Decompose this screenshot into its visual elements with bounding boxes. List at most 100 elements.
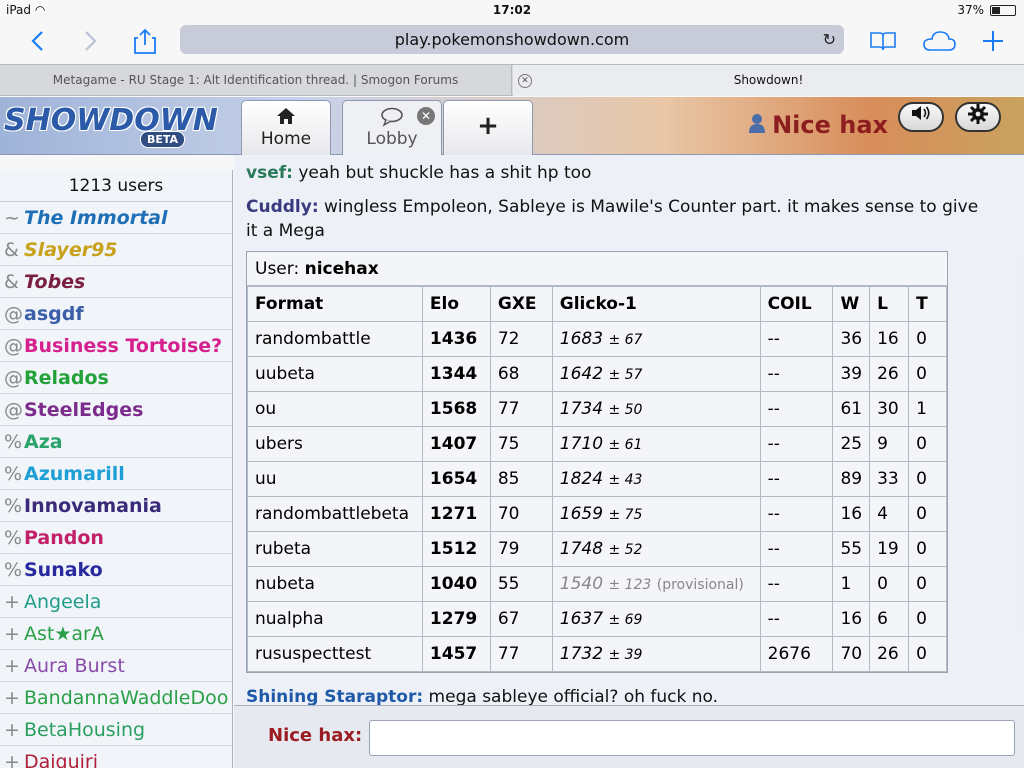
cell-losses: 4 [869,496,910,532]
user-name: Slayer95 [24,239,118,261]
table-row: rubeta 1512 79 1748 ± 52 -- 55 19 0 [247,531,947,567]
cell-elo: 1512 [421,531,491,567]
user-list-item[interactable]: @SteelEdges [0,394,232,426]
cell-wins: 55 [832,531,871,567]
user-list-item[interactable]: % Innovamania [0,490,232,522]
cell-elo: 1279 [421,601,491,637]
cell-glicko: 1710 ± 61 [551,426,761,462]
cell-glicko: 1637 ± 69 [551,601,761,637]
user-name: Relados [24,367,109,389]
user-list-item[interactable]: @Business Tortoise? [0,330,232,362]
stats-user-line: User: nicehax [247,252,947,286]
cell-format: uu [247,461,423,497]
sound-button[interactable] [898,102,944,132]
cell-format: nubeta [247,566,423,602]
user-name: SteelEdges [24,399,144,421]
cell-losses: 30 [869,391,910,427]
user-rank-symbol: @ [4,399,23,421]
browser-toolbar: play.pokemonshowdown.com ↻ [0,20,1024,64]
glicko-deviation: ± 43 [608,472,643,488]
user-list-item[interactable]: % Azumarill [0,458,232,490]
user-rank-symbol: % [4,559,23,581]
user-list-item[interactable]: & Tobes [0,266,232,298]
cell-glicko: 1734 ± 50 [551,391,761,427]
chat-message-user[interactable]: Cuddly: [246,197,319,217]
cell-gxe: 79 [489,531,553,567]
cell-elo: 1040 [421,566,491,602]
cell-ties: 1 [908,391,947,427]
chat-message-user[interactable]: vsef: [246,163,293,183]
cell-gxe: 77 [489,636,553,672]
provisional-note: (provisional) [656,577,744,593]
glicko-deviation: ± 52 [608,542,643,558]
cell-losses: 9 [869,426,910,462]
chat-input-label: Nice hax: [268,725,363,746]
user-count: 1213 users [0,170,232,202]
cell-ties: 0 [908,496,947,532]
cell-elo: 1344 [421,356,491,392]
user-name: Aura Burst [24,655,125,677]
close-icon[interactable]: ✕ [417,107,435,125]
stats-username: nicehax [304,259,379,279]
reload-icon[interactable]: ↻ [823,25,836,54]
user-list-item[interactable]: % Sunako [0,554,232,586]
user-list-item[interactable]: + Daiquiri [0,746,232,768]
user-name: Business Tortoise? [24,335,223,357]
current-user[interactable]: Nice hax [748,111,888,139]
forward-button[interactable] [74,24,108,58]
chat-message: Cuddly: wingless Empoleon, Sableye is Ma… [246,195,986,243]
cell-glicko: 1748 ± 52 [551,531,761,567]
user-rank-symbol: + [4,719,20,741]
user-list-item[interactable]: ~ The Immortal [0,202,232,234]
new-tab-button[interactable] [976,24,1010,58]
share-button[interactable] [128,24,162,58]
user-list-item[interactable]: @Relados [0,362,232,394]
cell-losses: 33 [869,461,910,497]
table-row: ubers 1407 75 1710 ± 61 -- 25 9 0 [247,426,947,462]
cell-gxe: 70 [489,496,553,532]
browser-tab-smogon[interactable]: Metagame - RU Stage 1: Alt Identificatio… [0,65,512,96]
glicko-rating: 1748 [559,539,604,559]
close-tab-icon[interactable]: ✕ [518,74,532,88]
settings-button[interactable] [955,102,1001,132]
user-name: Daiquiri [24,751,99,768]
browser-tab-showdown[interactable]: Showdown! [513,65,1024,96]
ladder-stats-box: User: nicehax Format Elo GXE Glicko-1 CO… [246,251,948,673]
glicko-rating: 1540 [559,574,604,594]
chat-message-text: yeah but shuckle has a shit hp too [292,163,592,183]
address-bar[interactable]: play.pokemonshowdown.com ↻ [180,25,844,54]
glicko-rating: 1710 [559,434,604,454]
user-list-item[interactable]: + Aura Burst [0,650,232,682]
cell-ties: 0 [908,601,947,637]
user-list-item[interactable]: + BetaHousing [0,714,232,746]
cell-glicko: 1824 ± 43 [551,461,761,497]
user-list-item[interactable]: % Aza [0,426,232,458]
user-list-item[interactable]: + Ast★arA [0,618,232,650]
user-name: Tobes [24,271,86,293]
cell-gxe: 85 [489,461,553,497]
cell-glicko: 1732 ± 39 [551,636,761,672]
new-room-button[interactable]: + [443,100,533,155]
user-list-item[interactable]: @asgdf [0,298,232,330]
col-elo: Elo [421,286,491,322]
user-rank-symbol: @ [4,335,23,357]
user-rank-symbol: & [4,271,19,293]
chat-message-user[interactable]: Shining Staraptor: [246,687,423,705]
cell-format: randombattlebeta [247,496,423,532]
cell-elo: 1654 [421,461,491,497]
user-list-item[interactable]: & Slayer95 [0,234,232,266]
tab-lobby[interactable]: Lobby ✕ [342,100,442,155]
back-button[interactable] [20,24,54,58]
bookmarks-button[interactable] [866,24,900,58]
icloud-tabs-button[interactable] [922,24,956,58]
table-row: nubeta 1040 55 1540 ± 123 (provisional) -- 1 0… [247,566,947,602]
user-name: asgdf [24,303,84,325]
chat-input[interactable] [369,720,1015,756]
user-list-item[interactable]: + Angeela [0,586,232,618]
user-rank-symbol: & [4,239,19,261]
user-list-item[interactable]: + BandannaWaddleDoo [0,682,232,714]
glicko-rating: 1732 [559,644,604,664]
tab-home[interactable]: Home [241,100,331,155]
user-list-item[interactable]: % Pandon [0,522,232,554]
cell-coil: -- [759,426,834,462]
